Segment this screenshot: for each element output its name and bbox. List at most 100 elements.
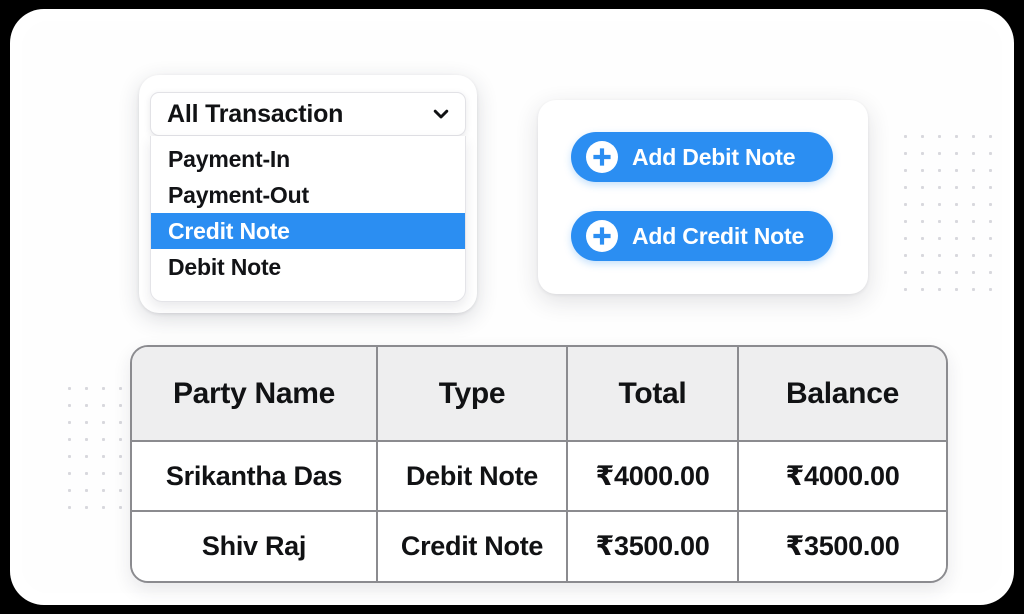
cell-total: ₹4000.00	[567, 441, 739, 512]
decorative-dot	[949, 214, 966, 231]
device-surface: All Transaction Payment-In Payment-Out C…	[10, 9, 1014, 605]
decorative-dot	[898, 146, 915, 163]
dropdown-option-payment-out[interactable]: Payment-Out	[151, 177, 465, 213]
decorative-dot	[96, 483, 113, 500]
column-header-party-name[interactable]: Party Name	[132, 347, 378, 442]
decorative-dot	[932, 129, 949, 146]
column-header-balance[interactable]: Balance	[738, 347, 946, 442]
dropdown-option-payment-in[interactable]: Payment-In	[151, 141, 465, 177]
decorative-dot	[79, 483, 96, 500]
chevron-down-icon[interactable]	[431, 104, 451, 124]
decorative-dot	[79, 466, 96, 483]
table-body: Srikantha Das Debit Note ₹4000.00 ₹4000.…	[132, 441, 946, 581]
decorative-dot	[932, 163, 949, 180]
add-credit-note-button[interactable]: Add Credit Note	[571, 211, 833, 261]
decorative-dot	[983, 214, 1000, 231]
decorative-dot	[62, 449, 79, 466]
decorative-dot	[113, 415, 130, 432]
cell-type: Debit Note	[377, 441, 568, 512]
table-row[interactable]: Shiv Raj Credit Note ₹3500.00 ₹3500.00	[132, 511, 946, 581]
decorative-dot	[113, 381, 130, 398]
decorative-dot	[983, 180, 1000, 197]
transactions-table: Party Name Type Total Balance Srikantha …	[132, 347, 946, 581]
decorative-dot	[898, 214, 915, 231]
note-actions-card: Add Debit Note Add Credit Note	[538, 100, 868, 294]
add-debit-note-button[interactable]: Add Debit Note	[571, 132, 833, 182]
decorative-dot	[96, 398, 113, 415]
decorative-dot	[932, 248, 949, 265]
decorative-dot	[62, 415, 79, 432]
decorative-dot	[915, 163, 932, 180]
transaction-filter-option-list[interactable]: Payment-In Payment-Out Credit Note Debit…	[150, 136, 466, 302]
dropdown-option-label: Payment-Out	[168, 181, 309, 208]
decorative-dot	[96, 381, 113, 398]
decorative-dot	[932, 231, 949, 248]
decorative-dot	[898, 248, 915, 265]
decorative-dot	[915, 197, 932, 214]
decorative-dot	[983, 231, 1000, 248]
decorative-dot	[79, 500, 96, 517]
decorative-dot	[983, 197, 1000, 214]
decorative-dot	[932, 214, 949, 231]
decorative-dot	[96, 500, 113, 517]
decorative-dot	[79, 415, 96, 432]
decorative-dot	[966, 265, 983, 282]
decorative-dot	[966, 146, 983, 163]
content-sheet: All Transaction Payment-In Payment-Out C…	[22, 21, 1002, 593]
table-header-row: Party Name Type Total Balance	[132, 347, 946, 442]
decorative-dot-grid-right	[898, 129, 1000, 299]
transaction-filter-card: All Transaction Payment-In Payment-Out C…	[139, 75, 477, 313]
decorative-dot	[966, 231, 983, 248]
decorative-dot	[62, 483, 79, 500]
decorative-dot	[949, 146, 966, 163]
decorative-dot	[96, 432, 113, 449]
decorative-dot	[96, 415, 113, 432]
decorative-dot	[932, 146, 949, 163]
decorative-dot	[96, 466, 113, 483]
decorative-dot	[915, 265, 932, 282]
add-credit-note-label: Add Credit Note	[632, 222, 805, 249]
decorative-dot	[966, 163, 983, 180]
decorative-dot	[79, 432, 96, 449]
decorative-dot	[983, 282, 1000, 299]
decorative-dot	[915, 146, 932, 163]
decorative-dot	[113, 432, 130, 449]
decorative-dot	[915, 231, 932, 248]
dropdown-option-credit-note[interactable]: Credit Note	[151, 213, 465, 249]
decorative-dot	[932, 282, 949, 299]
decorative-dot	[62, 432, 79, 449]
column-header-type[interactable]: Type	[377, 347, 568, 442]
decorative-dot	[113, 483, 130, 500]
transaction-filter-selected-label: All Transaction	[167, 99, 344, 128]
decorative-dot	[96, 449, 113, 466]
decorative-dot	[898, 197, 915, 214]
plus-circle-icon	[571, 219, 619, 253]
dropdown-option-debit-note[interactable]: Debit Note	[151, 249, 465, 285]
decorative-dot	[915, 248, 932, 265]
decorative-dot	[915, 282, 932, 299]
decorative-dot	[898, 265, 915, 282]
decorative-dot	[949, 129, 966, 146]
column-header-total[interactable]: Total	[567, 347, 739, 442]
decorative-dot	[983, 163, 1000, 180]
decorative-dot	[915, 180, 932, 197]
cell-party-name: Shiv Raj	[132, 511, 378, 581]
decorative-dot	[949, 231, 966, 248]
cell-total: ₹3500.00	[567, 511, 739, 581]
decorative-dot	[62, 500, 79, 517]
decorative-dot	[113, 398, 130, 415]
decorative-dot	[949, 197, 966, 214]
table-header: Party Name Type Total Balance	[132, 347, 946, 442]
decorative-dot	[79, 398, 96, 415]
table-row[interactable]: Srikantha Das Debit Note ₹4000.00 ₹4000.…	[132, 441, 946, 512]
decorative-dot	[949, 163, 966, 180]
decorative-dot	[932, 265, 949, 282]
decorative-dot	[79, 381, 96, 398]
decorative-dot	[915, 129, 932, 146]
decorative-dot	[898, 231, 915, 248]
dropdown-option-label: Credit Note	[168, 217, 290, 244]
decorative-dot	[898, 180, 915, 197]
transaction-filter-select[interactable]: All Transaction	[150, 92, 466, 136]
cell-balance: ₹3500.00	[738, 511, 946, 581]
cell-balance: ₹4000.00	[738, 441, 946, 512]
